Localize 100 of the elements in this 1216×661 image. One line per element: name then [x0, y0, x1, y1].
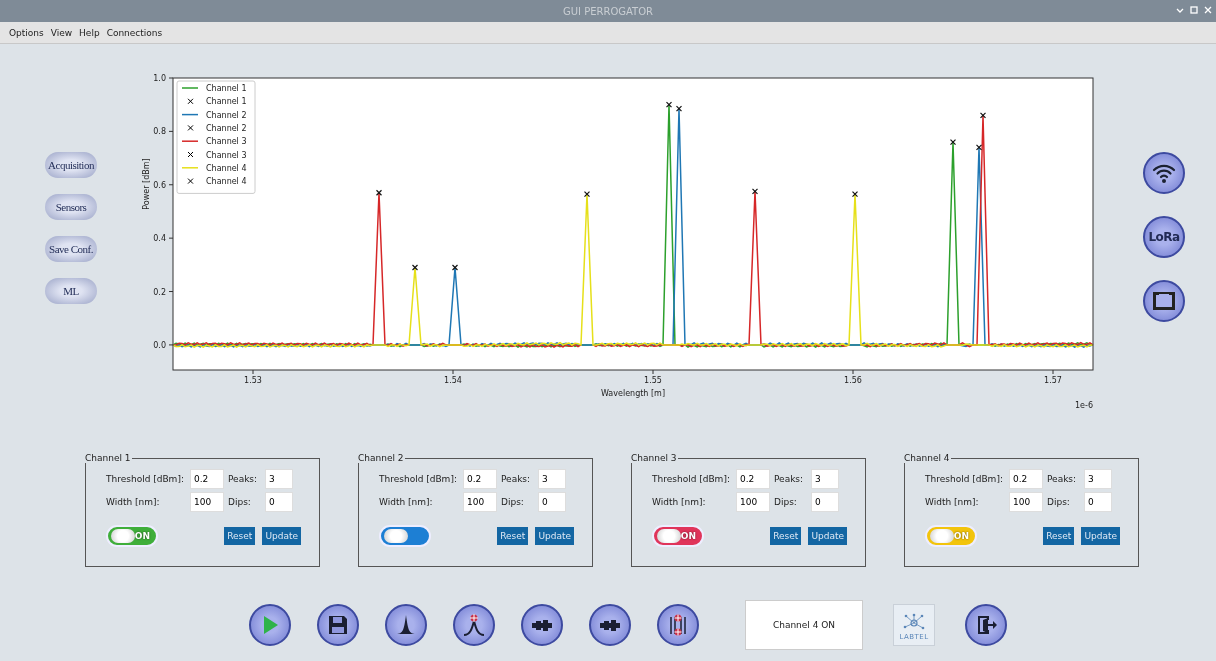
peak-marker-button[interactable]	[453, 604, 495, 646]
input-field[interactable]: 0	[1084, 492, 1112, 512]
menu-item[interactable]: View	[50, 27, 73, 38]
legend-line-icon	[181, 87, 199, 89]
x-tick-label: 1.57	[1044, 376, 1062, 385]
legend-marker-icon	[188, 98, 193, 104]
connector-button[interactable]	[521, 604, 563, 646]
peak-marker	[375, 189, 383, 196]
nav-button[interactable]: Sensors	[45, 194, 97, 220]
menu-item[interactable]: Connections	[106, 27, 163, 38]
field-label: Peaks:	[501, 474, 532, 484]
status-display: Channel 4 ON	[745, 600, 863, 650]
action-button[interactable]: Reset	[497, 527, 529, 545]
x-tick-label: 1.56	[844, 376, 862, 385]
ethernet-button[interactable]	[1143, 280, 1185, 322]
input-field[interactable]: 3	[1084, 469, 1112, 489]
nav-button[interactable]: Acquisition	[45, 152, 97, 178]
x-axis-label: Wavelength [m]	[601, 389, 665, 398]
wifi-button[interactable]	[1143, 152, 1185, 194]
group-title: Channel 1	[84, 453, 132, 463]
input-field[interactable]: 0.2	[736, 469, 770, 489]
y-axis-label: Power [dBm]	[142, 158, 151, 210]
input-field[interactable]: 100	[463, 492, 497, 512]
input-field[interactable]: 100	[190, 492, 224, 512]
action-button[interactable]: Update	[535, 527, 574, 545]
input-field[interactable]: 3	[265, 469, 293, 489]
action-button[interactable]: Update	[262, 527, 301, 545]
peak-marker	[751, 188, 759, 195]
field-label: Threshold [dBm]:	[652, 474, 731, 484]
legend-marker-icon	[188, 178, 193, 184]
nav-button[interactable]: Save Conf.	[45, 236, 97, 262]
y-tick-label: 0.6	[153, 180, 166, 190]
field-label: Width [nm]:	[106, 497, 161, 507]
legend-label: Channel 3	[206, 137, 247, 147]
x-tick-label: 1.54	[444, 376, 462, 385]
y-tick-label: 0.0	[153, 340, 166, 350]
connector-button[interactable]	[589, 604, 631, 646]
sensor-pair-button[interactable]	[657, 604, 699, 646]
legend-label: Channel 2	[206, 110, 247, 120]
toggle-switch[interactable]	[379, 525, 431, 547]
peak-marker	[851, 191, 859, 198]
field-label: Dips:	[228, 497, 252, 507]
legend-marker-icon	[188, 152, 193, 157]
legend-label: Channel 4	[206, 163, 247, 173]
maximize-icon	[1190, 6, 1198, 14]
field-label: Dips:	[774, 497, 798, 507]
toggle-switch[interactable]: ON	[652, 525, 704, 547]
group-title: Channel 3	[630, 453, 678, 463]
action-button[interactable]: Update	[1081, 527, 1120, 545]
field-label: Peaks:	[1047, 474, 1078, 484]
close-icon	[1204, 6, 1212, 14]
group-title: Channel 4	[903, 453, 951, 463]
y-tick-label: 0.2	[153, 287, 166, 297]
input-field[interactable]: 3	[811, 469, 839, 489]
peak-marker	[675, 105, 683, 112]
save-button[interactable]	[317, 604, 359, 646]
x-tick-label: 1.55	[644, 376, 662, 385]
wifi-icon	[1152, 162, 1176, 184]
y-tick-label: 1.0	[153, 74, 166, 83]
legend-label: Channel 4	[206, 177, 247, 187]
input-field[interactable]: 0.2	[1009, 469, 1043, 489]
input-field[interactable]: 0	[811, 492, 839, 512]
axis-scale-label: 1e-6	[1075, 401, 1093, 410]
action-button[interactable]: Reset	[770, 527, 802, 545]
field-label: Peaks:	[774, 474, 805, 484]
menu-item[interactable]: Help	[79, 27, 100, 38]
input-field[interactable]: 3	[538, 469, 566, 489]
lora-button[interactable]: LoRa	[1143, 216, 1185, 258]
nav-button[interactable]: ML	[45, 278, 97, 304]
field-label: Threshold [dBm]:	[925, 474, 1004, 484]
legend-line-icon	[181, 167, 199, 169]
legend-line-icon	[181, 113, 199, 116]
peak-button[interactable]	[385, 604, 427, 646]
field-label: Dips:	[1047, 497, 1071, 507]
menu-item[interactable]: Options	[9, 27, 44, 38]
play-button[interactable]	[249, 604, 291, 646]
action-button[interactable]: Reset	[1043, 527, 1075, 545]
input-field[interactable]: 0.2	[190, 469, 224, 489]
peak-marker	[411, 264, 419, 271]
field-label: Peaks:	[228, 474, 259, 484]
legend-marker-icon	[188, 125, 193, 131]
peak-marker	[451, 264, 459, 271]
peak-marker	[665, 101, 673, 108]
input-field[interactable]: 0.2	[463, 469, 497, 489]
field-label: Width [nm]:	[925, 497, 980, 507]
action-button[interactable]: Update	[808, 527, 847, 545]
peak-marker	[583, 191, 591, 198]
legend-label: Channel 1	[206, 97, 247, 107]
peak-marker	[975, 144, 983, 151]
x-tick-label: 1.53	[244, 376, 262, 385]
group-title: Channel 2	[357, 453, 405, 463]
input-field[interactable]: 100	[736, 492, 770, 512]
exit-button[interactable]	[965, 604, 1007, 646]
action-button[interactable]: Reset	[224, 527, 256, 545]
legend-label: Channel 1	[206, 84, 247, 93]
input-field[interactable]: 100	[1009, 492, 1043, 512]
input-field[interactable]: 0	[538, 492, 566, 512]
window-title: GUI PERROGATOR	[561, 5, 655, 17]
input-field[interactable]: 0	[265, 492, 293, 512]
legend-label: Channel 3	[206, 150, 247, 160]
